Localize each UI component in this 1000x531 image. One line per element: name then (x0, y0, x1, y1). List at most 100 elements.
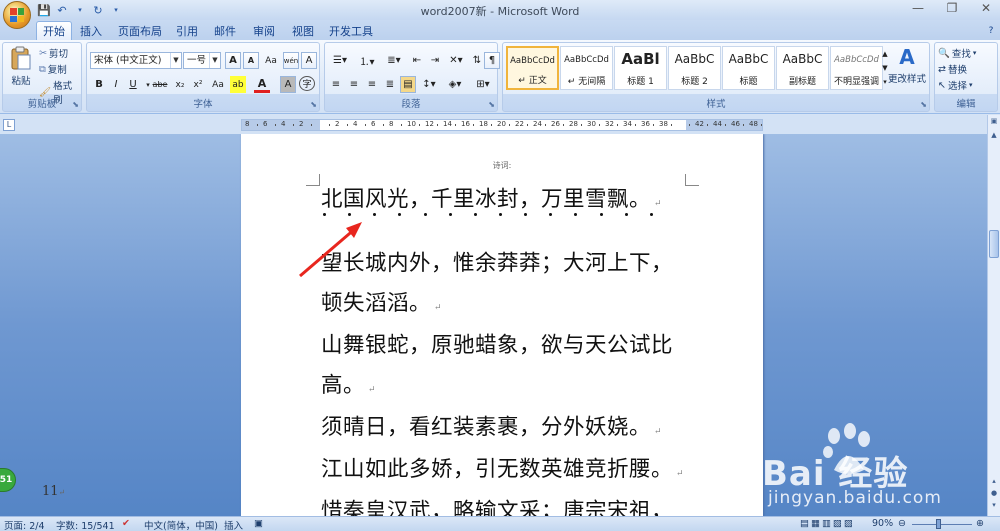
insert-mode[interactable]: 插入 (224, 518, 243, 531)
distribute-icon[interactable]: ▤ (400, 76, 416, 93)
ruler-number: 32 (605, 120, 614, 128)
replace-button[interactable]: ⇄ 替换 (938, 62, 967, 77)
paste-button[interactable]: 粘贴 (7, 45, 35, 87)
zoom-slider[interactable] (912, 524, 972, 525)
grow-font-button[interactable]: A (225, 52, 241, 69)
style-normal[interactable]: AaBbCcDd ↵ 正文 (506, 46, 559, 90)
tab-page-layout[interactable]: 页面布局 (115, 21, 165, 40)
align-center-icon[interactable]: ≡ (346, 76, 362, 93)
highlight-button[interactable]: ab (230, 76, 246, 93)
underline-button[interactable]: U (125, 76, 141, 93)
clear-format-button[interactable]: Aa (262, 52, 280, 69)
text-line: 高。 ↵ (321, 373, 377, 398)
tab-insert[interactable]: 插入 (76, 21, 106, 40)
superscript-button[interactable]: x² (190, 76, 206, 93)
align-left-icon[interactable]: ≡ (328, 76, 344, 93)
ruler-tick (419, 124, 420, 126)
proofing-icon[interactable]: ✔ (122, 518, 130, 529)
dialog-launcher-icon[interactable]: ⬊ (72, 100, 79, 109)
language-status[interactable]: 中文(简体，中国) (144, 518, 218, 531)
character-shading-button[interactable]: A (280, 76, 296, 93)
bullets-icon[interactable]: ☰▾ (328, 52, 352, 69)
dialog-launcher-icon[interactable]: ⬊ (488, 100, 495, 109)
font-color-button[interactable]: A (254, 76, 270, 93)
ruler-tick (581, 124, 582, 126)
zoom-slider-thumb[interactable] (936, 519, 941, 529)
ruler-tick (491, 124, 492, 126)
scroll-up-icon[interactable]: ▲ (988, 131, 1000, 139)
font-name-combo[interactable]: 宋体 (中文正文) ▼ (90, 52, 182, 69)
dialog-launcher-icon[interactable]: ⬊ (310, 100, 317, 109)
crop-mark (685, 174, 699, 186)
close-icon[interactable]: ✕ (976, 1, 996, 15)
tab-view[interactable]: 视图 (288, 21, 318, 40)
ruler-number: 28 (569, 120, 578, 128)
page-number: 11↵ (42, 484, 66, 499)
style-heading-1[interactable]: AaBl 标题 1 (614, 46, 667, 90)
change-case-button[interactable]: Aa (208, 76, 228, 93)
ruler-number: 8 (389, 120, 394, 128)
ruler-toggle-icon[interactable]: ▣ (988, 117, 1000, 125)
style-subtitle[interactable]: AaBbC 副标题 (776, 46, 829, 90)
title-bar: 💾 ↶ ▾ ↻ ▾ word2007新 - Microsoft Word — ❐… (0, 0, 1000, 20)
change-styles-button[interactable]: A 更改样式 (887, 45, 927, 85)
show-marks-icon[interactable]: ¶ (484, 52, 500, 69)
tab-references[interactable]: 引用 (172, 21, 202, 40)
ruler-number: 24 (533, 120, 542, 128)
cut-button[interactable]: ✂ 剪切 (39, 46, 68, 61)
select-button[interactable]: ↖ 选择 ▾ (938, 78, 973, 93)
tab-mailings[interactable]: 邮件 (210, 21, 240, 40)
zoom-in-icon[interactable]: ⊕ (976, 518, 984, 529)
enclose-characters-button[interactable]: 字 (299, 76, 315, 91)
restore-icon[interactable]: ❐ (942, 1, 962, 15)
baidu-watermark: Bai 经验 jingyan.baidu.com (762, 422, 992, 514)
style-title[interactable]: AaBbC 标题 (722, 46, 775, 90)
help-icon[interactable]: ? (984, 21, 998, 40)
ruler-number: 42 (695, 120, 704, 128)
style-heading-2[interactable]: AaBbC 标题 2 (668, 46, 721, 90)
chinese-layout-icon[interactable]: ✕▾ (445, 52, 467, 69)
sort-icon[interactable]: ⇅ (469, 52, 485, 69)
tab-review[interactable]: 审阅 (249, 21, 279, 40)
tab-home[interactable]: 开始 (36, 21, 72, 40)
copy-button[interactable]: ⧉ 复制 (39, 62, 67, 77)
multilevel-list-icon[interactable]: ≣▾ (382, 52, 406, 69)
style-subtle-emphasis[interactable]: AaBbCcDd 不明显强调 (830, 46, 883, 90)
bold-button[interactable]: B (91, 76, 107, 93)
justify-icon[interactable]: ≣ (382, 76, 398, 93)
office-button[interactable] (3, 1, 31, 29)
zoom-out-icon[interactable]: ⊖ (898, 518, 906, 529)
style-no-spacing[interactable]: AaBbCcDd ↵ 无间隔 (560, 46, 613, 90)
italic-button[interactable]: I (108, 76, 124, 93)
styles-group: AaBbCcDd ↵ 正文 AaBbCcDd ↵ 无间隔 AaBl 标题 1 A… (502, 42, 930, 112)
subscript-button[interactable]: x₂ (172, 76, 188, 93)
word-count[interactable]: 字数: 15/541 (56, 518, 115, 531)
tab-selector-icon[interactable]: L (3, 119, 15, 131)
zoom-level[interactable]: 90% (872, 518, 893, 529)
crop-mark (306, 174, 320, 186)
shrink-font-button[interactable]: A (243, 52, 259, 69)
decrease-indent-icon[interactable]: ⇤ (409, 52, 425, 69)
page-count[interactable]: 页面: 2/4 (4, 518, 45, 531)
line-spacing-icon[interactable]: ↕▾ (418, 76, 440, 93)
strikethrough-button[interactable]: abe (150, 76, 170, 93)
view-buttons-icon[interactable]: ▤▦▥▧▨ (800, 518, 855, 529)
dialog-launcher-icon[interactable]: ⬊ (920, 100, 927, 109)
macro-record-icon[interactable]: ▣ (254, 518, 263, 529)
character-border-button[interactable]: A (301, 52, 317, 69)
tab-developer[interactable]: 开发工具 (327, 21, 375, 40)
align-right-icon[interactable]: ≡ (364, 76, 380, 93)
minimize-icon[interactable]: — (908, 1, 928, 15)
ruler-number: 6 (371, 120, 376, 128)
increase-indent-icon[interactable]: ⇥ (427, 52, 443, 69)
borders-icon[interactable]: ⊞▾ (470, 76, 496, 93)
scroll-thumb[interactable] (989, 230, 999, 258)
find-button[interactable]: 🔍 查找 ▾ (938, 46, 976, 61)
numbering-icon[interactable]: ⒈▾ (355, 52, 379, 69)
font-size-combo[interactable]: 一号 ▼ (183, 52, 221, 69)
phonetic-guide-button[interactable]: wén (283, 52, 299, 69)
document-page[interactable]: 诗词: 北国风光，千里冰封，万里雪飘。 ↵ 望长城内外，惟余莽莽；大河上下， 顿失… (241, 134, 763, 516)
text-line: 顿失滔滔。 ↵ (321, 291, 443, 316)
shading-icon[interactable]: ◈▾ (443, 76, 467, 93)
horizontal-ruler[interactable]: 8 6 4 2 2 4 6 8 10 12 14 16 18 20 22 24 26 28 30 32 34 36 38 42… (241, 119, 763, 131)
